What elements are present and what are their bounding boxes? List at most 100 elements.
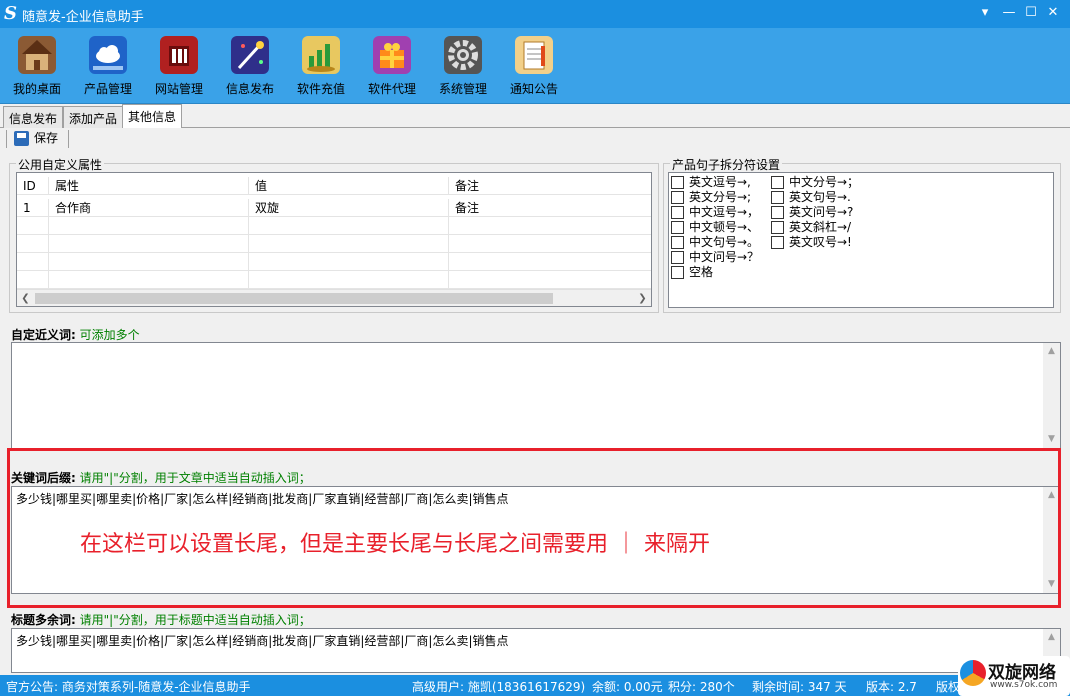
scroll-left-icon[interactable]: ❮ [17,290,34,306]
grid-cell-id[interactable]: 1 [17,199,49,217]
scroll-up-icon[interactable]: ▲ [1043,487,1060,504]
table-row-empty[interactable] [17,271,651,289]
scroll-up-icon[interactable]: ▲ [1043,629,1060,646]
toolbar-notice[interactable]: 通知公告 [498,36,570,100]
scroll-right-icon[interactable]: ❯ [634,290,651,306]
checkbox-cn-period[interactable]: 中文句号→。 [671,235,759,250]
checkbox-space[interactable]: 空格 [671,265,713,280]
minimize-button[interactable]: — [998,3,1020,23]
toolbar-website-management[interactable]: 网站管理 [143,36,215,100]
scrollbar-thumb[interactable] [35,293,553,304]
status-version: 版本: 2.7 [866,680,917,694]
toolbar-label: 产品管理 [83,82,132,96]
checkbox-label: 中文问号→？ [689,250,760,264]
checkbox-cn-enum-comma[interactable]: 中文顿号→、 [671,220,759,235]
checkbox-label: 英文逗号→, [689,175,751,189]
status-remaining-time: 剩余时间: 347 天 [752,680,847,694]
grid-cell-attribute[interactable]: 合作商 [49,199,249,217]
tab-other-info[interactable]: 其他信息 [122,104,183,129]
tab-add-product[interactable]: 添加产品 [63,106,124,128]
attributes-group-title: 公用自定义属性 [16,156,105,173]
checkbox-en-slash[interactable]: 英文斜杠→/ [771,220,851,235]
scroll-down-icon[interactable]: ▼ [1043,431,1060,448]
close-button[interactable]: ✕ [1042,3,1064,23]
server-icon [160,36,198,74]
vertical-scrollbar[interactable]: ▲ ▼ [1043,487,1060,593]
grid-header-cell[interactable]: 备注 [449,177,651,195]
grid-header-cell[interactable]: 属性 [49,177,249,195]
synonyms-textarea[interactable]: ▲ ▼ [11,342,1061,449]
toolbar-software-recharge[interactable]: 软件充值 [285,36,357,100]
scroll-up-icon[interactable]: ▲ [1043,343,1060,360]
status-balance: 余额: 0.00元 [592,680,663,694]
toolbar-info-publish[interactable]: 信息发布 [214,36,286,100]
checkbox-box[interactable] [671,176,684,189]
cloud-icon [89,36,127,74]
title-extra-label: 标题多余词: [11,613,76,627]
gift-box-icon [373,36,411,74]
synonyms-label-row: 自定近义词: 可添加多个 [11,326,140,343]
table-row-empty[interactable] [17,217,651,235]
toolbar-my-desktop[interactable]: 我的桌面 [1,36,73,100]
toolbar-system-management[interactable]: 系统管理 [427,36,499,100]
checkbox-label: 英文斜杠→/ [789,220,852,234]
table-row[interactable]: 1 合作商 双旋 备注 [17,199,651,217]
window-menu-button[interactable]: ▾ [974,3,996,23]
grid-cell [249,253,449,271]
table-row-empty[interactable] [17,253,651,271]
title-extra-label-row: 标题多余词: 请用"|"分割，用于标题中适当自动插入词； [11,611,311,628]
grid-cell [17,217,49,235]
checkbox-box[interactable] [671,191,684,204]
checkbox-box[interactable] [771,176,784,189]
save-button[interactable]: 保存 [14,130,58,148]
scroll-down-icon[interactable]: ▼ [1043,576,1060,593]
toolbar-label: 信息发布 [225,82,274,96]
horizontal-scrollbar[interactable]: ❮ ❯ [17,289,651,306]
checkbox-box[interactable] [671,236,684,249]
watermark: 双旋网络 www.s7ok.com [958,656,1070,696]
title-extra-textarea[interactable]: 多少钱|哪里买|哪里卖|价格|厂家|怎么样|经销商|批发商|厂家直销|经营部|厂… [11,628,1061,673]
checkbox-box[interactable] [771,206,784,219]
checkbox-box[interactable] [671,206,684,219]
grid-cell [49,253,249,271]
toolbar-software-agent[interactable]: 软件代理 [356,36,428,100]
grid-cell-value[interactable]: 双旋 [249,199,449,217]
tab-info-publish[interactable]: 信息发布 [3,106,64,128]
toolbar-label: 软件代理 [367,82,416,96]
checkbox-en-question[interactable]: 英文问号→? [771,205,853,220]
save-label: 保存 [34,131,59,145]
checkbox-cn-question[interactable]: 中文问号→？ [671,250,759,265]
checkbox-label: 英文句号→. [789,190,851,204]
status-user: 高级用户: 施凯(18361617629) [412,680,586,694]
status-points: 积分: 280个 [668,680,735,694]
checkbox-box[interactable] [671,221,684,234]
checkbox-label: 英文叹号→! [789,235,852,249]
grid-cell [17,271,49,289]
checkbox-en-period[interactable]: 英文句号→. [771,190,851,205]
toolbar-product-management[interactable]: 产品管理 [72,36,144,100]
toolbar-label: 网站管理 [154,82,203,96]
checkbox-en-exclaim[interactable]: 英文叹号→! [771,235,852,250]
title-extra-text: 多少钱|哪里买|哪里卖|价格|厂家|怎么样|经销商|批发商|厂家直销|经营部|厂… [16,634,509,648]
grid-cell-remark[interactable]: 备注 [449,199,651,217]
checkbox-box[interactable] [671,251,684,264]
checkbox-en-semicolon[interactable]: 英文分号→; [671,190,751,205]
checkbox-box[interactable] [771,221,784,234]
grid-header-cell[interactable]: 值 [249,177,449,195]
attributes-grid[interactable]: ID 属性 值 备注 1 合作商 双旋 备注 ❮ ❯ [16,172,652,307]
toolbar-label: 我的桌面 [12,82,61,96]
checkbox-box[interactable] [771,191,784,204]
checkbox-cn-comma[interactable]: 中文逗号→， [671,205,759,220]
synonyms-hint: 可添加多个 [79,328,140,342]
coins-chart-icon [302,36,340,74]
grid-header-cell[interactable]: ID [17,177,49,195]
checkbox-box[interactable] [671,266,684,279]
table-row-empty[interactable] [17,235,651,253]
checkbox-label: 中文分号→； [789,175,860,189]
checkbox-en-comma[interactable]: 英文逗号→, [671,175,751,190]
vertical-scrollbar[interactable]: ▲ ▼ [1043,343,1060,448]
checkbox-cn-semicolon[interactable]: 中文分号→； [771,175,859,190]
keyword-suffix-label-row: 关键词后缀: 请用"|"分割，用于文章中适当自动插入词； [11,469,311,486]
maximize-button[interactable]: ☐ [1020,3,1042,23]
checkbox-box[interactable] [771,236,784,249]
